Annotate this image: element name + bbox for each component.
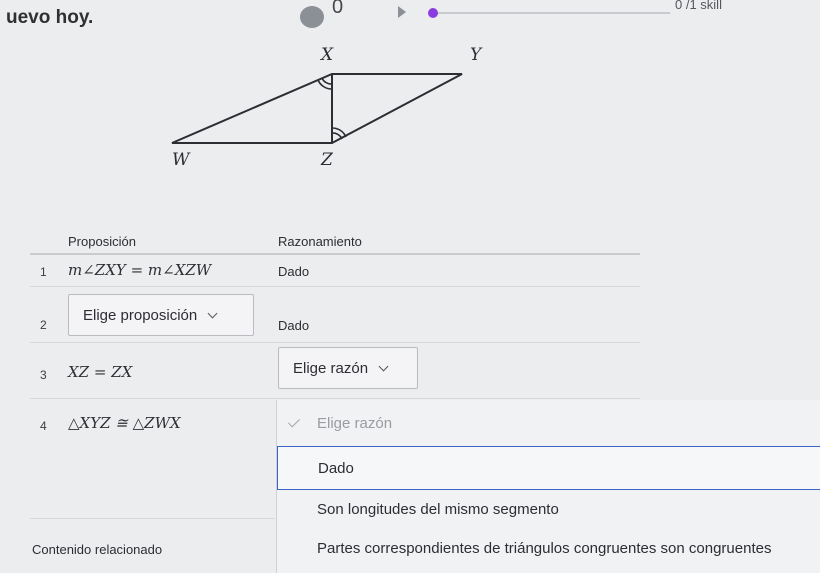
dropdown-placeholder-label: Elige razón bbox=[317, 414, 393, 432]
parallelogram-shape bbox=[171, 73, 463, 144]
vertex-label-y: Y bbox=[470, 45, 482, 65]
dropdown-option-cpctc[interactable]: Partes correspondientes de triángulos co… bbox=[277, 530, 820, 566]
proposition-select[interactable]: Elige proposición bbox=[68, 294, 254, 336]
row-number: 2 bbox=[40, 318, 47, 332]
row-statement: △XYZ ≅ △ZWX bbox=[68, 414, 181, 432]
vertex-label-x: X bbox=[321, 45, 334, 65]
page-title: uevo hoy. bbox=[6, 7, 94, 28]
vertex-label-w: W bbox=[172, 150, 190, 170]
row-reason: Dado bbox=[278, 264, 310, 279]
row-number: 4 bbox=[40, 419, 47, 433]
progress-count: 0 bbox=[332, 0, 344, 18]
progress-current-dot bbox=[428, 8, 438, 18]
reason-select-label: Elige razón bbox=[293, 359, 369, 377]
chevron-down-icon bbox=[207, 308, 218, 318]
header: uevo hoy. 0 0 /1 skill bbox=[0, 0, 820, 36]
row-divider bbox=[30, 286, 640, 287]
column-header-reasoning: Razonamiento bbox=[278, 234, 362, 249]
angle-mark-x-inner bbox=[321, 77, 333, 85]
dropdown-option-label: Son longitudes del mismo segmento bbox=[317, 500, 559, 518]
proposition-select-label: Elige proposición bbox=[83, 306, 198, 324]
check-icon bbox=[287, 415, 301, 428]
progress-start-dot bbox=[300, 6, 324, 28]
row-number: 1 bbox=[40, 265, 47, 279]
play-icon bbox=[398, 6, 406, 18]
reason-dropdown-menu: Elige razón Dado Son longitudes del mism… bbox=[276, 400, 820, 573]
table-row: 1 m∠ZXY = m∠XZW Dado bbox=[30, 256, 640, 286]
footer-divider bbox=[30, 518, 275, 519]
parallelogram-diagram: X Y W Z bbox=[160, 40, 500, 190]
table-row: 3 XZ = ZX Elige razón bbox=[30, 344, 640, 400]
table-row: 2 Elige proposición Dado bbox=[30, 288, 640, 344]
dropdown-option-label: Partes correspondientes de triángulos co… bbox=[317, 539, 772, 557]
row-number: 3 bbox=[40, 368, 47, 382]
chevron-down-icon bbox=[378, 361, 389, 371]
column-header-proposition: Proposición bbox=[68, 234, 136, 249]
row-statement: XZ = ZX bbox=[68, 363, 133, 381]
dropdown-placeholder-option[interactable]: Elige razón bbox=[277, 408, 820, 438]
row-reason: Dado bbox=[278, 318, 310, 333]
dropdown-option-label: Dado bbox=[318, 459, 354, 477]
vertex-label-z: Z bbox=[321, 150, 333, 170]
related-content-link[interactable]: Contenido relacionado bbox=[32, 542, 162, 557]
progress-track bbox=[432, 12, 670, 14]
row-divider bbox=[30, 398, 640, 399]
reason-select[interactable]: Elige razón bbox=[278, 347, 418, 389]
progress-bar: 0 bbox=[300, 0, 670, 30]
dropdown-option-dado[interactable]: Dado bbox=[277, 446, 820, 490]
row-statement: m∠ZXY = m∠XZW bbox=[68, 261, 212, 279]
skill-label: 0 /1 skill bbox=[675, 0, 722, 12]
dropdown-option-same-segment[interactable]: Son longitudes del mismo segmento bbox=[277, 492, 820, 526]
row-divider bbox=[30, 342, 640, 343]
header-divider bbox=[30, 253, 640, 255]
